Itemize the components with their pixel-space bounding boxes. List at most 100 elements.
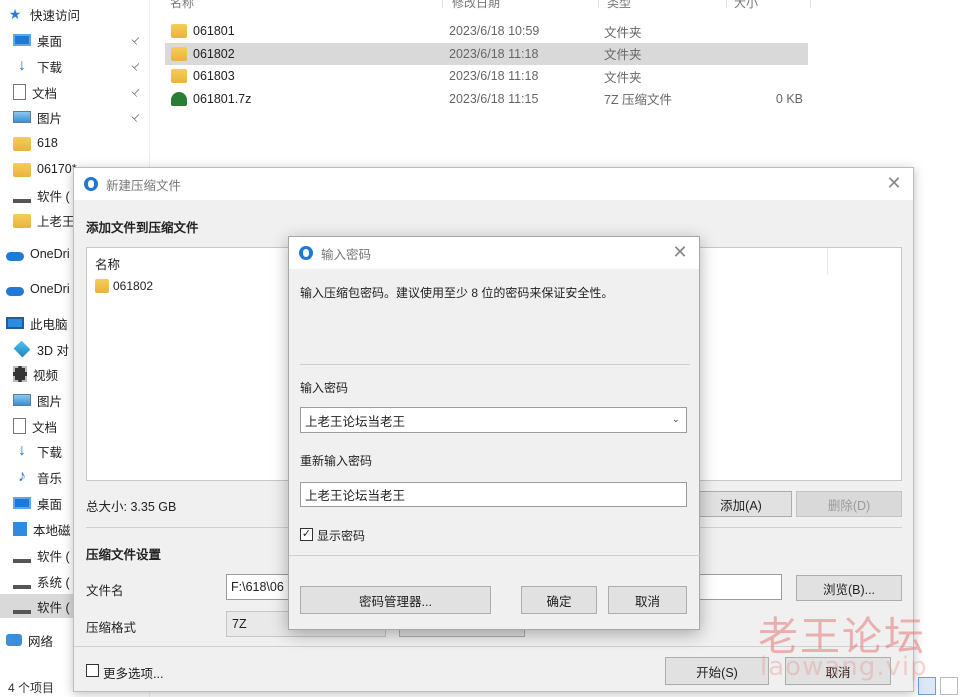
- add-button[interactable]: 添加(A): [690, 491, 792, 517]
- file-size: 0 KB: [775, 91, 803, 106]
- onedrive-icon: [6, 251, 24, 261]
- password-input[interactable]: 上老王论坛当老王 ⌄: [300, 407, 687, 433]
- network-icon: [6, 634, 22, 646]
- close-icon[interactable]: ✕: [671, 243, 689, 261]
- divider: [300, 364, 690, 365]
- file-row[interactable]: 061801.7z 2023/6/18 11:15 7Z 压缩文件 0 KB: [165, 88, 808, 110]
- nav-item[interactable]: 图片: [0, 105, 150, 129]
- nav-item-label: 3D 对: [37, 343, 69, 358]
- show-password-checkbox[interactable]: ✓: [300, 528, 313, 541]
- nav-item-label: 音乐: [37, 471, 63, 486]
- nav-item[interactable]: 桌面: [0, 28, 150, 52]
- nav-item[interactable]: 618: [0, 131, 150, 155]
- document-icon: [13, 418, 26, 434]
- column-date[interactable]: 修改日期: [452, 0, 500, 11]
- watermark-url: laowang.vip: [760, 652, 928, 682]
- start-button[interactable]: 开始(S): [665, 657, 769, 685]
- nav-item-label: 桌面: [37, 497, 63, 512]
- desktop-icon: [13, 34, 31, 46]
- folder-icon: [13, 162, 31, 177]
- list-item[interactable]: 061802: [95, 278, 153, 293]
- show-password-label[interactable]: 显示密码: [317, 527, 365, 544]
- confirm-password-label: 重新输入密码: [300, 454, 373, 468]
- item-count: 4 个项目: [8, 681, 55, 695]
- nav-item-label: 视频: [33, 368, 59, 383]
- close-icon[interactable]: ✕: [885, 174, 903, 192]
- chevron-down-icon[interactable]: ⌄: [672, 414, 680, 425]
- column-divider[interactable]: [810, 0, 811, 8]
- column-divider[interactable]: [442, 0, 443, 8]
- file-name: 061801: [193, 24, 235, 38]
- section-add-files: 添加文件到压缩文件: [86, 221, 199, 235]
- total-size: 总大小: 3.35 GB: [86, 500, 177, 514]
- nav-item[interactable]: ★ 快速访问: [0, 2, 150, 26]
- format-label: 压缩格式: [86, 621, 137, 635]
- large-icons-view-icon[interactable]: [940, 677, 958, 695]
- nav-item[interactable]: ↓ 下载: [0, 54, 150, 78]
- nav-item-label: 桌面: [37, 34, 63, 49]
- nav-item-label: 快速访问: [30, 8, 81, 23]
- nav-item-label: 系统 (: [37, 575, 70, 590]
- file-row[interactable]: 061803 2023/6/18 11:18 文件夹: [165, 65, 808, 87]
- dialog-title: 新建压缩文件: [106, 178, 182, 193]
- cancel-button[interactable]: 取消: [608, 586, 687, 614]
- nav-item-label: 图片: [37, 394, 63, 409]
- file-name: 061801.7z: [193, 91, 252, 106]
- divider: [289, 555, 701, 556]
- nav-item-label: 下载: [37, 445, 63, 460]
- delete-button[interactable]: 删除(D): [796, 491, 902, 517]
- nav-item-label: 06170*: [37, 162, 77, 176]
- star-icon: ★: [8, 6, 22, 22]
- nav-item-label: 文档: [32, 420, 58, 435]
- file-type: 文件夹: [604, 25, 642, 40]
- column-name[interactable]: 名称: [170, 0, 194, 11]
- nav-item-label: 本地磁: [33, 523, 71, 538]
- folder-icon: [171, 69, 187, 83]
- app-logo-icon: [84, 177, 98, 191]
- password-manager-button[interactable]: 密码管理器...: [300, 586, 491, 614]
- document-icon: [13, 84, 26, 100]
- column-divider[interactable]: [726, 0, 727, 8]
- file-date: 2023/6/18 11:18: [449, 46, 539, 61]
- column-type[interactable]: 类型: [607, 0, 631, 11]
- download-icon: ↓: [18, 442, 26, 459]
- file-date: 2023/6/18 11:18: [449, 69, 539, 83]
- list-column-divider[interactable]: [827, 248, 828, 274]
- file-name: 061803: [193, 69, 235, 83]
- file-row[interactable]: 061802 2023/6/18 11:18 文件夹: [165, 42, 808, 65]
- list-header-name[interactable]: 名称: [95, 254, 120, 273]
- ok-button[interactable]: 确定: [521, 586, 597, 614]
- nav-item[interactable]: 文档: [0, 80, 150, 104]
- nav-item-label: 软件 (: [37, 189, 70, 204]
- folder-icon: [95, 279, 109, 293]
- column-divider[interactable]: [598, 0, 599, 8]
- desktop-icon: [13, 497, 31, 509]
- file-date: 2023/6/18 10:59: [449, 24, 540, 38]
- folder-icon: [13, 213, 31, 228]
- confirm-password-input[interactable]: 上老王论坛当老王: [300, 482, 687, 507]
- windows-drive-icon: [13, 522, 27, 536]
- nav-item-label: 618: [37, 136, 58, 150]
- nav-item-label: 网络: [28, 634, 54, 649]
- more-options-checkbox[interactable]: [86, 664, 99, 677]
- nav-item-label: 下载: [37, 60, 63, 75]
- more-options-label[interactable]: 更多选项...: [103, 663, 163, 682]
- folder-icon: [171, 24, 187, 38]
- password-description: 输入压缩包密码。建议使用至少 8 位的密码来保证安全性。: [300, 286, 614, 300]
- folder-icon: [13, 136, 31, 151]
- nav-item-label: 图片: [37, 111, 63, 126]
- music-icon: ♪: [18, 468, 26, 485]
- nav-item-label: 软件 (: [37, 600, 70, 615]
- settings-heading: 压缩文件设置: [86, 548, 162, 562]
- pictures-icon: [13, 111, 31, 123]
- browse-button[interactable]: 浏览(B)...: [796, 575, 902, 601]
- drive-icon: [13, 604, 31, 614]
- app-logo-icon: [299, 246, 313, 260]
- column-size[interactable]: 大小: [734, 0, 758, 11]
- file-type: 7Z 压缩文件: [604, 93, 673, 107]
- file-row[interactable]: 061801 2023/6/18 10:59 文件夹: [165, 20, 808, 42]
- column-headers: 名称 修改日期 类型 大小: [168, 0, 960, 10]
- list-item-label: 061802: [113, 278, 154, 293]
- folder-icon: [171, 46, 187, 61]
- password-dialog-title-bar: 输入密码 ✕: [289, 237, 699, 269]
